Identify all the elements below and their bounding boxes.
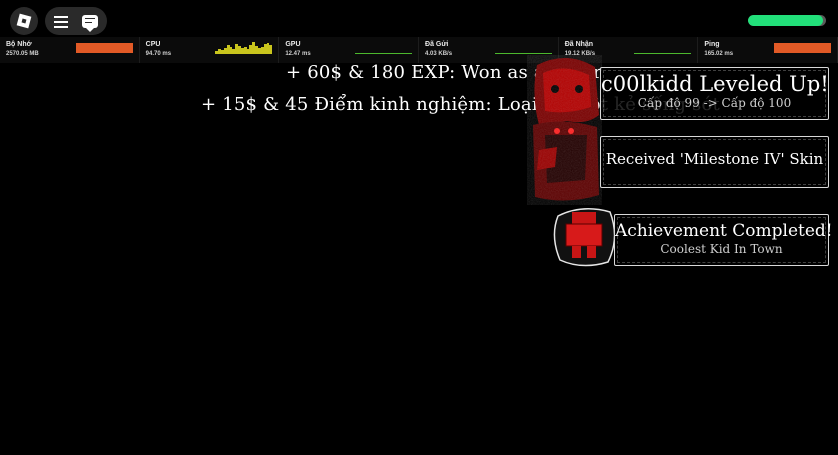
stat-graph — [494, 52, 552, 54]
stat-cell: Bộ Nhớ 2570.05 MB — [0, 37, 140, 63]
stat-label: GPU — [285, 41, 301, 48]
chat-icon[interactable] — [82, 14, 98, 32]
level-up-title: c00lkidd Leveled Up! — [601, 72, 829, 96]
stat-value: 4.03 KB/s — [425, 51, 453, 57]
achievement-subtitle: Coolest Kid In Town — [660, 242, 783, 256]
stat-label: Đã Gửi — [425, 41, 449, 48]
stat-value: 12.47 ms — [285, 51, 311, 57]
menu-chat-group — [45, 7, 107, 35]
stat-cell: Ping 165.02 ms — [698, 37, 838, 63]
stat-label: Ping — [704, 41, 720, 48]
stat-cell: CPU 94.70 ms — [140, 37, 280, 63]
level-up-notification: c00lkidd Leveled Up! Cấp độ 99 -> Cấp độ… — [600, 67, 829, 120]
stat-label: Bộ Nhớ — [6, 41, 32, 48]
stat-value: 94.70 ms — [145, 51, 172, 57]
roblox-menu-button[interactable] — [10, 7, 38, 35]
stat-value: 2570.05 MB — [6, 51, 39, 57]
hamburger-icon[interactable] — [54, 15, 68, 28]
stat-graph — [75, 43, 133, 53]
health-bar — [748, 15, 826, 26]
stat-graph — [215, 42, 273, 54]
skin-received-notification: Received 'Milestone IV' Skin — [600, 136, 829, 188]
achievement-badge-icon — [553, 208, 616, 267]
stat-graph — [634, 52, 692, 54]
stat-value: 165.02 ms — [704, 51, 734, 57]
performance-stats-bar: Bộ Nhớ 2570.05 MB CPU 94.70 ms GPU 12.47 ms Đã… — [0, 37, 838, 63]
skin-received-title: Received 'Milestone IV' Skin — [605, 150, 824, 168]
achievement-title: Achievement Completed! — [615, 221, 833, 241]
stat-label: CPU — [145, 41, 161, 48]
stat-graph — [774, 43, 832, 53]
stat-graph — [355, 52, 413, 54]
c00lkidd-portrait-icon — [527, 55, 602, 205]
roblox-logo-icon — [16, 13, 32, 29]
stat-cell: GPU 12.47 ms — [279, 37, 420, 63]
health-bar-fill — [748, 15, 823, 26]
stat-label: Đã Nhận — [564, 41, 594, 48]
level-up-subtitle: Cấp độ 99 -> Cấp độ 100 — [637, 96, 792, 110]
achievement-notification: Achievement Completed! Coolest Kid In To… — [614, 214, 833, 266]
